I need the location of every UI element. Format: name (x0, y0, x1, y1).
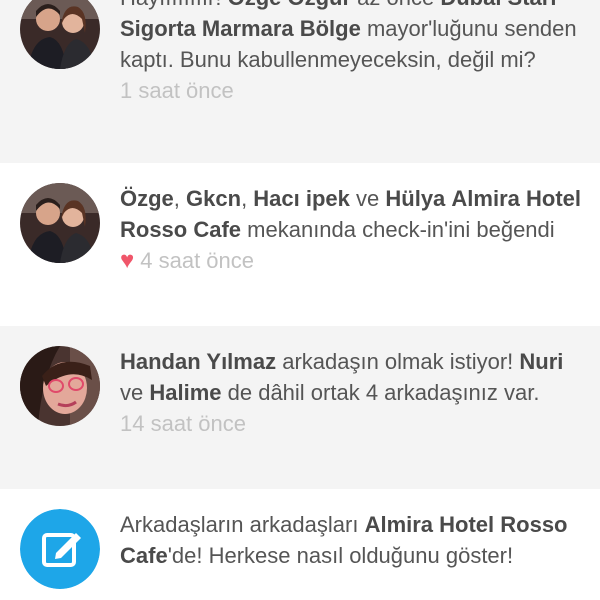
couple-photo-avatar-icon (20, 183, 100, 263)
notification-message: Arkadaşların arkadaşları Almira Hotel Ro… (120, 512, 568, 568)
bold-name-text[interactable]: Nuri (519, 349, 563, 374)
notification-message: Handan Yılmaz arkadaşın olmak istiyor! N… (120, 349, 563, 405)
notification-item[interactable]: Arkadaşların arkadaşları Almira Hotel Ro… (0, 489, 600, 600)
woman-photo-avatar-icon (20, 346, 100, 426)
bold-name-text[interactable]: Hülya (385, 186, 445, 211)
message-text: , (241, 186, 254, 211)
timestamp: 14 saat önce (120, 411, 246, 436)
bold-name-text[interactable]: Halime (149, 380, 221, 405)
notification-text: Hayıııııııır! Özge Özgür az önce Dubai S… (120, 0, 582, 106)
notification-text: Handan Yılmaz arkadaşın olmak istiyor! N… (120, 346, 582, 439)
message-text: az önce (351, 0, 440, 10)
message-text: ve (120, 380, 150, 405)
user-avatar[interactable] (20, 346, 100, 426)
message-text: ve (349, 186, 386, 211)
notification-feed: Hayıııııııır! Özge Özgür az önce Dubai S… (0, 0, 600, 600)
user-avatar[interactable] (20, 183, 100, 263)
bold-name-text[interactable]: Gkcn (186, 186, 241, 211)
couple-photo-avatar-icon (20, 0, 100, 69)
timestamp: 4 saat önce (140, 248, 254, 273)
edit-icon[interactable] (20, 509, 100, 589)
message-text: de dâhil ortak 4 arkadaşınız var. (221, 380, 540, 405)
bold-name-text[interactable]: Hacı ipek (253, 186, 350, 211)
message-text: mekanında check-in'ini beğendi (241, 217, 555, 242)
bold-name-text[interactable]: Özge (120, 186, 174, 211)
message-text: , (173, 186, 187, 211)
message-text: Arkadaşların arkadaşları (120, 512, 365, 537)
notification-item[interactable]: Özge, Gkcn, Hacı ipek ve Hülya Almira Ho… (0, 163, 600, 326)
bold-name-text[interactable]: Handan Yılmaz (120, 349, 276, 374)
notification-message: Hayıııııııır! Özge Özgür az önce Dubai S… (120, 0, 577, 72)
notification-item[interactable]: Hayıııııııır! Özge Özgür az önce Dubai S… (0, 0, 600, 163)
message-text: 'de! Herkese nasıl olduğunu göster! (167, 543, 514, 568)
user-avatar[interactable] (20, 0, 100, 69)
timestamp: 1 saat önce (120, 78, 234, 103)
notification-text: Arkadaşların arkadaşları Almira Hotel Ro… (120, 509, 582, 571)
notification-item[interactable]: Handan Yılmaz arkadaşın olmak istiyor! N… (0, 326, 600, 489)
heart-icon: ♥ (120, 247, 135, 274)
bold-name-text[interactable]: Özge Özgür (228, 0, 351, 10)
notification-text: Özge, Gkcn, Hacı ipek ve Hülya Almira Ho… (120, 183, 582, 276)
message-text: Hayıııııııır! (120, 0, 228, 10)
notification-message: Özge, Gkcn, Hacı ipek ve Hülya Almira Ho… (120, 186, 581, 242)
message-text: arkadaşın olmak istiyor! (276, 349, 520, 374)
